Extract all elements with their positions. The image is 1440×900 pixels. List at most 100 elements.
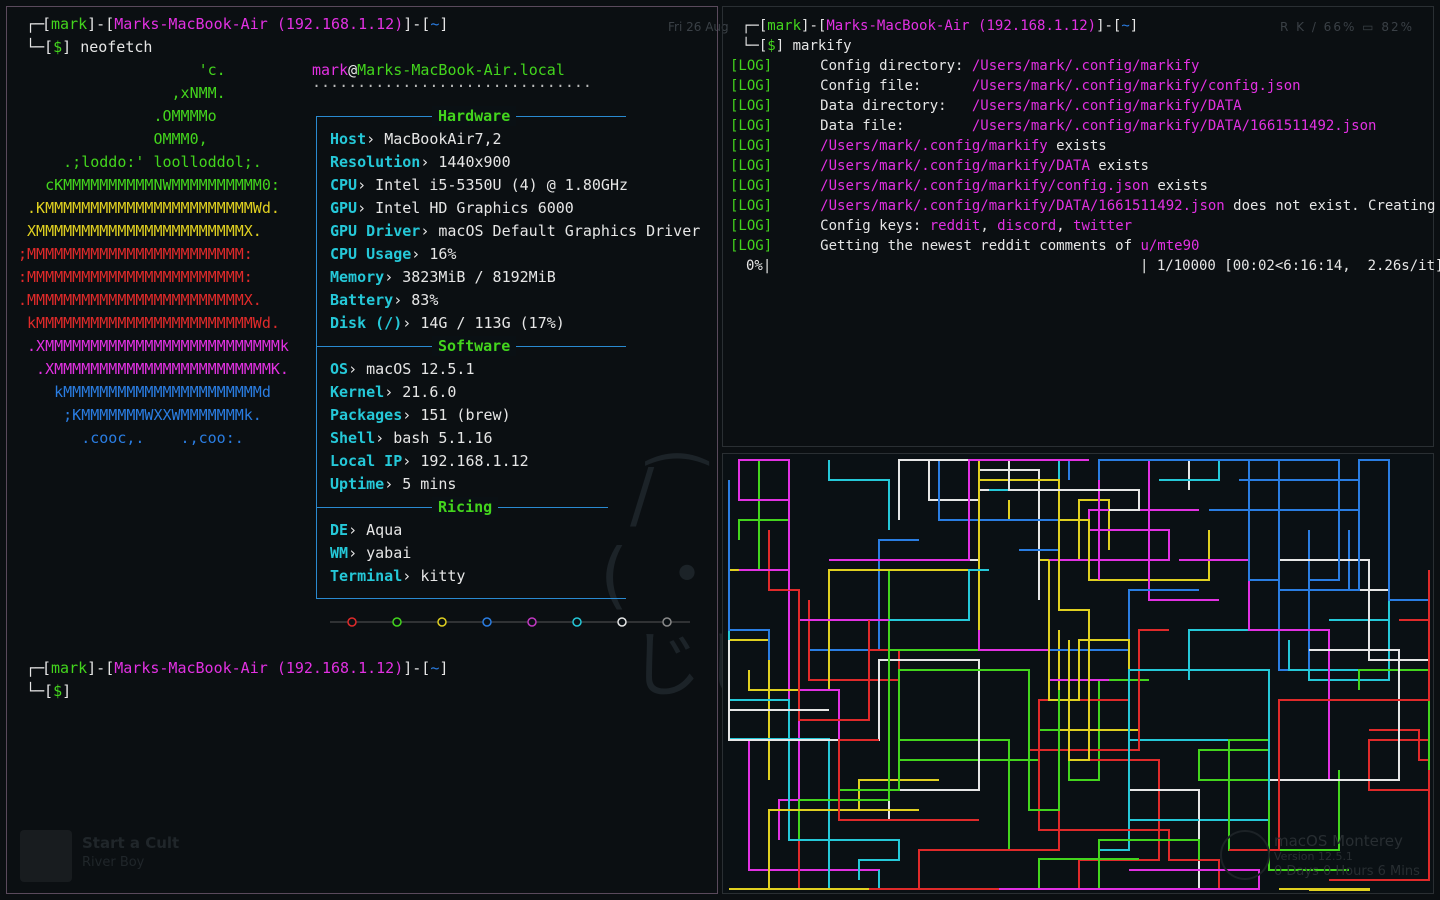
pipe-segment (828, 460, 890, 530)
pipe-segment (738, 459, 790, 570)
pipe-segment (748, 460, 980, 691)
log-tail: exists (1148, 178, 1208, 194)
info-row-software: Local IP› 192.168.1.12 (330, 450, 529, 473)
os-version: Version 12.5.1 (1274, 850, 1353, 863)
pipe-segment (728, 460, 770, 780)
info-row-hardware: Battery› 83% (330, 289, 438, 312)
log-tag: [LOG] (730, 98, 773, 114)
log-getting: [LOG] Getting the newest reddit comments … (730, 236, 1199, 256)
info-row-software: Packages› 151 (brew) (330, 404, 511, 427)
os-uptime: 0 Days 0 Hours 6 Mins (1274, 864, 1420, 879)
log-tag: [LOG] (730, 238, 773, 254)
progress-stats: | 1/10000 [00:02<6:16:14, 2.26s/it] (1140, 258, 1440, 274)
info-key: Kernel (330, 383, 385, 401)
palette-swatch (617, 617, 627, 627)
info-sep: › (420, 222, 430, 240)
palette-swatch (662, 617, 672, 627)
prompt-ip: (192.168.1.12) (276, 659, 404, 677)
info-value: 1440x900 (438, 153, 511, 171)
info-value: Intel i5-5350U (4) @ 1.80GHz (375, 176, 629, 194)
markify-prompt: ┌─[mark]-[Marks-MacBook-Air (192.168.1.1… (742, 18, 1139, 34)
info-sep: › (348, 360, 358, 378)
log-tag: [LOG] (730, 198, 773, 214)
prompt-ip: (192.168.1.12) (978, 18, 1097, 34)
info-key: OS (330, 360, 349, 378)
info-sep: › (402, 452, 412, 470)
log-line: [LOG] /Users/mark/.config/markify/DATA/16… (730, 196, 1440, 216)
prompt-2-input[interactable]: └─[$] (26, 680, 71, 703)
info-key: Shell (330, 429, 376, 447)
palette-swatch (482, 617, 492, 627)
info-sep: › (384, 268, 394, 286)
pipe-segment (1038, 839, 1200, 890)
nf-rule: ······························· (312, 77, 592, 95)
pipe-segment (989, 459, 1060, 510)
logo-line: ;MMMMMMMMMMMMMMMMMMMMMMMM: (18, 245, 253, 263)
logo-line: kMMMMMMMMMMMMMMMMMMMMMMd (18, 383, 271, 401)
palette-swatch (437, 617, 447, 627)
info-value: kitty (420, 567, 466, 585)
log-tag: [LOG] (730, 58, 773, 74)
log-line: [LOG] Data directory: /Users/mark/.config… (730, 96, 1242, 116)
prompt-host: Marks-MacBook-Air (826, 18, 970, 34)
info-value: macOS 12.5.1 (366, 360, 475, 378)
info-key: GPU (330, 199, 358, 217)
info-row-hardware: CPU Usage› 16% (330, 243, 456, 266)
info-key: GPU Driver (330, 222, 421, 240)
info-key: Battery (330, 291, 394, 309)
info-value: 21.6.0 (402, 383, 457, 401)
info-row-ricing: DE› Aqua (330, 519, 402, 542)
logo-line: :MMMMMMMMMMMMMMMMMMMMMMMM: (18, 268, 253, 286)
info-row-hardware: Resolution› 1440x900 (330, 151, 511, 174)
log-tag: [LOG] (730, 178, 773, 194)
key-discord: discord (997, 218, 1057, 234)
color-palette (330, 617, 690, 627)
info-key: CPU Usage (330, 245, 412, 263)
logo-line: kMMMMMMMMMMMMMMMMMMMMMMMMWd. (18, 314, 280, 332)
pipes-animation (728, 459, 1430, 891)
info-sep: › (402, 406, 412, 424)
markify-command: └─[$] markify (742, 38, 852, 54)
log-tag: [LOG] (730, 118, 773, 134)
prompt-dir: ~ (1121, 18, 1130, 34)
logo-line: .KMMMMMMMMMMMMMMMMMMMMMMMWd. (18, 199, 280, 217)
log-tag: [LOG] (730, 78, 773, 94)
log-path: /Users/mark/.config/markify (820, 138, 1048, 154)
info-key: Resolution (330, 153, 421, 171)
prompt-user: mark (767, 18, 802, 34)
pipe-segment (728, 669, 880, 890)
logo-line: XMMMMMMMMMMMMMMMMMMMMMMMX. (18, 222, 262, 240)
info-value: 14G / 113G (17%) (420, 314, 565, 332)
logo-line: ;KMMMMMMMWXXWMMMMMMMk. (18, 406, 262, 424)
info-row-software: Kernel› 21.6.0 (330, 381, 456, 404)
pipe-segment (1159, 459, 1329, 481)
section-ricing: Ricing (432, 497, 499, 517)
info-value: 151 (brew) (420, 406, 511, 424)
log-tag: [LOG] (730, 158, 773, 174)
info-row-ricing: WM› yabai (330, 542, 411, 565)
desktop: Fri 26 Aug R K / 66% ▭ 82% / ͡ ( ・ . じし S… (0, 0, 1440, 900)
logo-line: cKMMMMMMMMMMNWMMMMMMMMMM0: (18, 176, 280, 194)
info-sep: › (348, 544, 358, 562)
pipe-segment (829, 459, 1089, 561)
key-reddit: reddit (929, 218, 981, 234)
log-path: /Users/mark/.config/markify/DATA/1661511… (971, 118, 1377, 134)
pipe-segment (729, 809, 919, 890)
terminal-pipes[interactable] (722, 453, 1434, 894)
info-sep: › (348, 521, 358, 539)
section-software: Software (432, 336, 517, 356)
info-row-hardware: GPU Driver› macOS Default Graphics Drive… (330, 220, 700, 243)
log-path: /Users/mark/.config/markify (971, 58, 1200, 74)
log-label: Config directory: (820, 58, 972, 74)
prompt-1-cmd: └─[$] neofetch (26, 38, 153, 56)
palette-swatch (347, 617, 357, 627)
pipe-segment (808, 600, 900, 681)
info-row-hardware: GPU› Intel HD Graphics 6000 (330, 197, 574, 220)
palette-swatch (572, 617, 582, 627)
section-hardware: Hardware (432, 106, 517, 126)
info-row-ricing: Terminal› kitty (330, 565, 465, 588)
pipe-segment (879, 459, 980, 561)
prompt-user: mark (51, 659, 88, 677)
log-path: /Users/mark/.config/markify/DATA (971, 98, 1242, 114)
log-line: [LOG] Config file: /Users/mark/.config/ma… (730, 76, 1301, 96)
